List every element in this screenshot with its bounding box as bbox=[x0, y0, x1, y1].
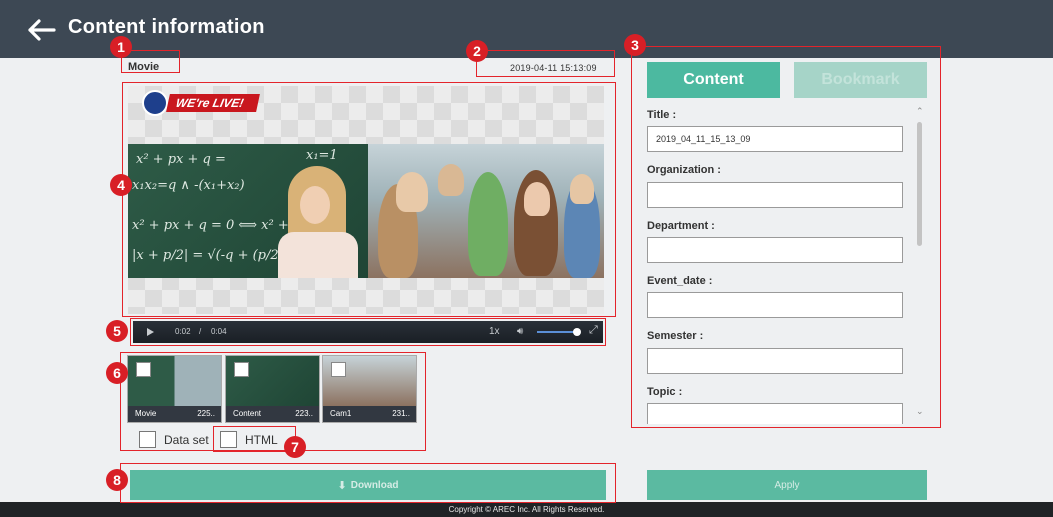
annotation-badge: 6 bbox=[106, 362, 128, 384]
arrow-left-icon[interactable] bbox=[26, 18, 56, 42]
annotation-box-4 bbox=[122, 82, 616, 317]
annotation-badge: 4 bbox=[110, 174, 132, 196]
annotation-badge: 8 bbox=[106, 469, 128, 491]
page-title: Content information bbox=[68, 16, 265, 38]
annotation-box-8 bbox=[120, 463, 616, 503]
annotation-badge: 5 bbox=[106, 320, 128, 342]
annotation-badge: 3 bbox=[624, 34, 646, 56]
annotation-badge: 1 bbox=[110, 36, 132, 58]
annotation-box-5 bbox=[130, 318, 606, 346]
annotation-box-2 bbox=[476, 50, 615, 77]
apply-button[interactable]: Apply bbox=[647, 470, 927, 500]
footer-copyright: Copyright © AREC Inc. All Rights Reserve… bbox=[0, 502, 1053, 517]
annotation-badge: 2 bbox=[466, 40, 488, 62]
annotation-badge: 7 bbox=[284, 436, 306, 458]
annotation-box-3 bbox=[631, 46, 941, 428]
